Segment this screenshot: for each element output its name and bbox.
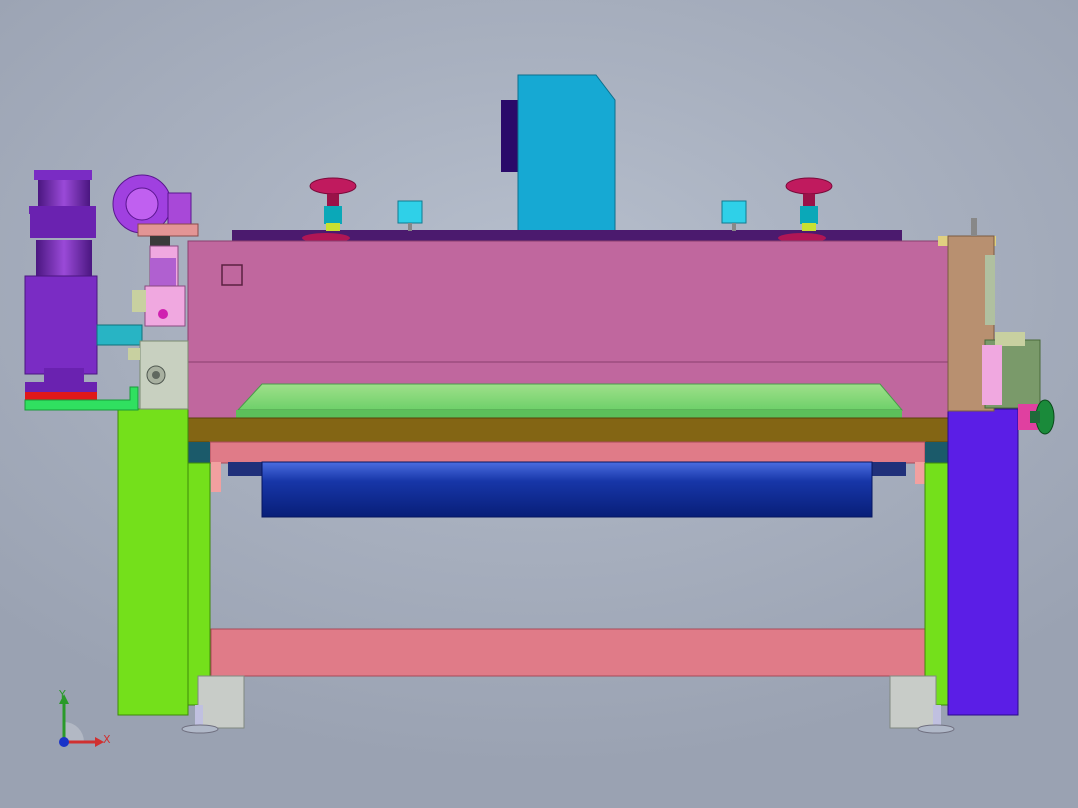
left-leg <box>117 408 189 716</box>
axis-y-label: Y <box>59 688 66 701</box>
cad-viewport[interactable]: X Y <box>0 0 1078 808</box>
inner-leg-right <box>924 462 949 706</box>
upper-pink-beam <box>209 441 926 464</box>
top-motor-block <box>501 74 616 241</box>
foot-right <box>889 675 937 729</box>
feed-plate <box>236 383 904 411</box>
axis-x-label: X <box>103 733 111 746</box>
machine-model-drawing[interactable] <box>0 0 1078 808</box>
sensor-block-right <box>721 200 747 224</box>
motor-housing <box>517 74 616 241</box>
roller <box>228 461 906 518</box>
left-pulley-motor <box>112 174 199 327</box>
lower-pink-beam <box>210 628 926 677</box>
right-drive <box>938 218 1055 435</box>
motor-base-red <box>25 392 97 400</box>
coordinate-triad <box>59 694 104 747</box>
brown-beam <box>187 417 949 443</box>
right-frame <box>947 408 1019 716</box>
inner-leg-left <box>187 462 211 706</box>
z-axis-dot <box>59 737 69 747</box>
foot-left <box>197 675 245 729</box>
sensor-block-left <box>397 200 423 224</box>
